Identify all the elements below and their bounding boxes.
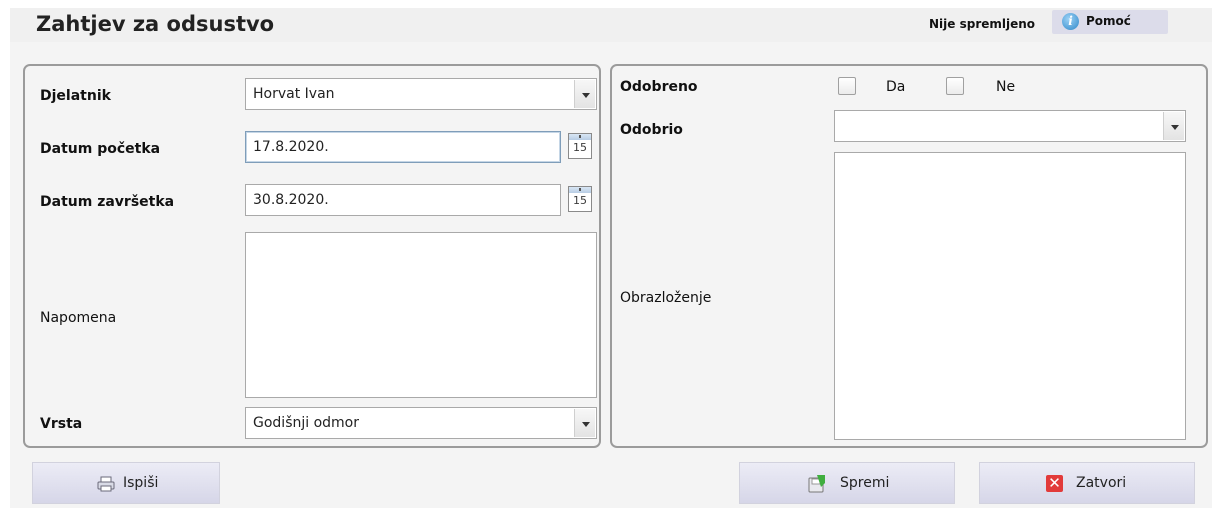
start-date-label: Datum početka (40, 141, 161, 157)
calendar-icon[interactable]: 15 (568, 133, 592, 159)
note-textarea[interactable] (245, 232, 597, 398)
leave-type-value: Godišnji odmor (253, 415, 359, 431)
help-button[interactable]: i Pomoć (1052, 10, 1168, 34)
header-bar: Zahtjev za odsustvo Nije spremljeno i Po… (10, 8, 1212, 42)
save-button-label: Spremi (840, 475, 890, 491)
leave-type-label: Vrsta (40, 416, 83, 432)
leave-type-dropdown[interactable]: Godišnji odmor (245, 407, 597, 439)
close-icon: ✕ (1046, 475, 1063, 492)
printer-icon (97, 476, 115, 492)
leave-request-window: Zahtjev za odsustvo Nije spremljeno i Po… (10, 8, 1212, 508)
info-icon: i (1062, 13, 1079, 30)
end-date-value: 30.8.2020. (253, 192, 329, 208)
print-button-label: Ispiši (123, 475, 159, 491)
employee-dropdown[interactable]: Horvat Ivan (245, 78, 597, 110)
note-label: Napomena (40, 310, 117, 326)
start-date-value: 17.8.2020. (253, 139, 329, 155)
calendar-icon[interactable]: 15 (568, 186, 592, 212)
print-button[interactable]: Ispiši (32, 462, 220, 504)
chevron-down-icon[interactable] (574, 409, 595, 437)
reason-textarea[interactable] (834, 152, 1186, 440)
employee-value: Horvat Ivan (253, 86, 335, 102)
reason-label: Obrazloženje (620, 290, 712, 306)
chevron-down-icon[interactable] (1163, 112, 1184, 140)
save-button[interactable]: Spremi (739, 462, 955, 504)
approved-yes-label: Da (886, 79, 906, 95)
end-date-label: Datum završetka (40, 194, 175, 210)
approved-label: Odobreno (620, 79, 698, 95)
close-button[interactable]: ✕ Zatvori (979, 462, 1195, 504)
approved-by-label: Odobrio (620, 122, 683, 138)
request-details-panel: Djelatnik Horvat Ivan Datum početka 17.8… (23, 64, 601, 448)
end-date-input[interactable]: 30.8.2020. (245, 184, 561, 216)
approved-no-checkbox[interactable] (946, 77, 964, 95)
approved-no-label: Ne (996, 79, 1016, 95)
close-button-label: Zatvori (1076, 475, 1127, 491)
page-title: Zahtjev za odsustvo (36, 12, 275, 36)
approval-panel: Odobreno Da Ne Odobrio Obrazloženje (610, 64, 1208, 448)
approved-yes-checkbox[interactable] (838, 77, 856, 95)
start-date-input[interactable]: 17.8.2020. (245, 131, 561, 163)
chevron-down-icon[interactable] (574, 80, 595, 108)
help-button-label: Pomoć (1086, 14, 1131, 28)
approved-by-dropdown[interactable] (834, 110, 1186, 142)
employee-label: Djelatnik (40, 88, 111, 104)
save-status-text: Nije spremljeno (929, 17, 1036, 31)
save-icon (808, 475, 825, 493)
